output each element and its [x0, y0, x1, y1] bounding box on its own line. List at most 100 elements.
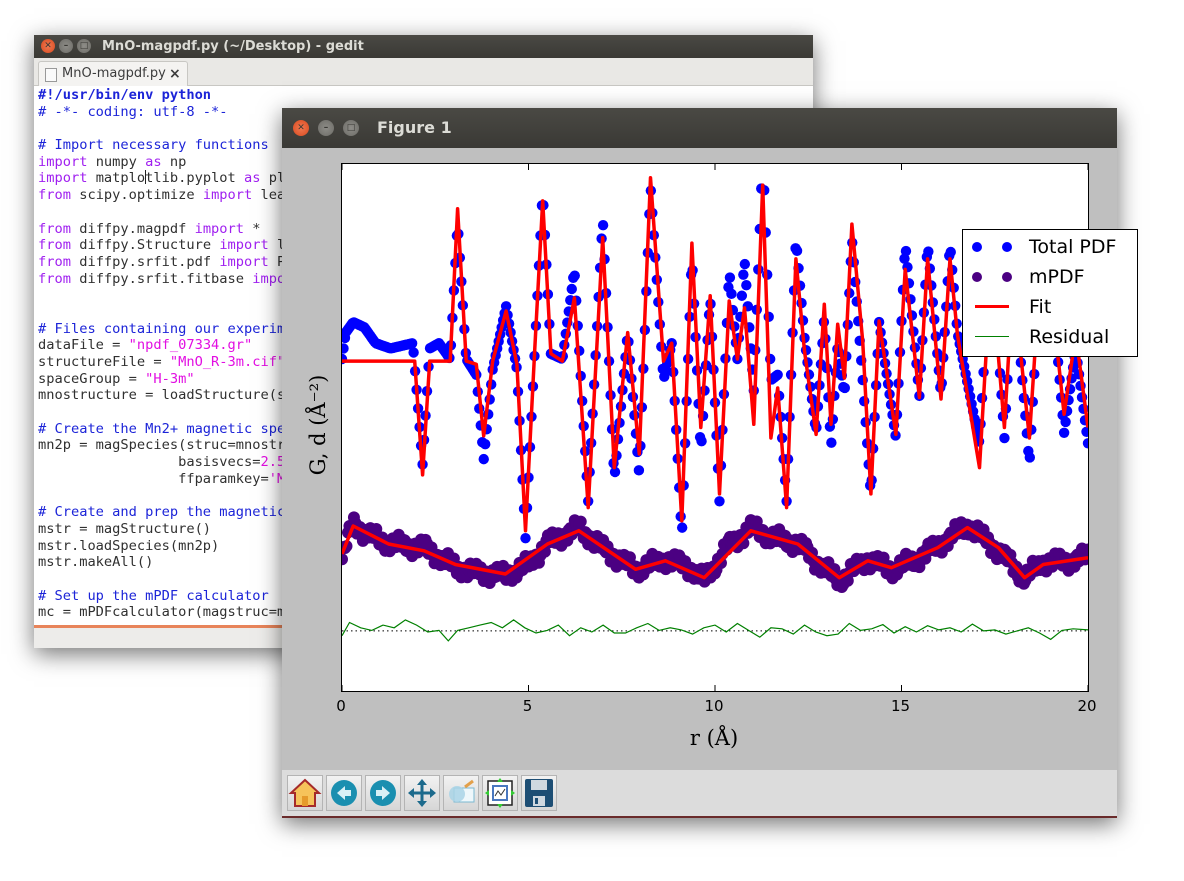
- code-token: from: [38, 253, 71, 270]
- maximize-window-button[interactable]: □: [343, 120, 359, 136]
- code-token: "MnO_R-3m.cif": [169, 354, 286, 370]
- close-window-button[interactable]: ✕: [41, 39, 55, 53]
- total-pdf-marker: [1024, 452, 1036, 463]
- code-line: mnostructure = loadStructure(s: [38, 387, 285, 404]
- x-tick-label: 0: [336, 697, 346, 715]
- code-token: # Files containing our experim: [38, 320, 286, 337]
- code-token: diffpy.srfit.pdf: [70, 253, 220, 270]
- code-line: mstr.loadSpecies(mn2p): [38, 538, 285, 555]
- back-button[interactable]: [326, 775, 362, 811]
- minimize-window-button[interactable]: –: [318, 120, 334, 136]
- plot-axes[interactable]: Total PDF mPDF Fit Residual: [341, 163, 1138, 692]
- code-token: diffpy.Structure: [70, 237, 220, 254]
- code-line: # Set up the mPDF calculator: [38, 588, 285, 605]
- mpdf-marker: [342, 553, 348, 566]
- code-token: mstr.makeAll(): [38, 554, 154, 571]
- code-token: # -*- coding: utf-8 -*-: [38, 103, 228, 120]
- code-token: # Import necessary functions: [38, 137, 269, 154]
- close-window-button[interactable]: ✕: [293, 120, 309, 136]
- code-line: spaceGroup = "H-3m": [38, 371, 285, 388]
- code-token: *: [244, 220, 261, 237]
- save-button[interactable]: [521, 775, 557, 811]
- code-token: import: [38, 170, 88, 187]
- code-token: # Create and prep the magnetic: [38, 504, 286, 521]
- code-token: mstr.loadSpecies(mn2p): [38, 537, 220, 554]
- total-pdf-marker: [900, 245, 912, 257]
- total-pdf-marker: [520, 532, 531, 544]
- pan-button[interactable]: [404, 775, 440, 811]
- code-token: import: [202, 187, 253, 204]
- code-editor[interactable]: #!/usr/bin/env python # -*- coding: utf-8…: [38, 87, 285, 621]
- tab-close-icon[interactable]: ×: [169, 62, 181, 86]
- code-token: tlib.pyplot: [145, 170, 245, 187]
- total-pdf-marker: [714, 496, 725, 507]
- maximize-window-button[interactable]: □: [77, 39, 91, 53]
- home-button[interactable]: [287, 775, 323, 811]
- code-token: import: [194, 220, 245, 237]
- code-line: # Files containing our experim: [38, 321, 285, 338]
- code-token: diffpy.srfit.fitbase: [70, 270, 253, 287]
- code-token: basisvecs=: [38, 454, 261, 471]
- code-token: import: [219, 237, 269, 254]
- code-token: impo: [252, 270, 286, 287]
- zoom-rect-icon: [449, 779, 475, 803]
- code-line: import matplotlib.pyplot as pl: [38, 170, 285, 187]
- code-token: mnostructure = loadStructure(s: [38, 387, 286, 404]
- code-token: "npdf_07334.gr": [128, 337, 253, 354]
- mpdf-marker: [574, 515, 587, 528]
- total-pdf-marker: [569, 270, 580, 281]
- total-pdf-marker: [741, 280, 752, 291]
- total-pdf-marker: [566, 283, 577, 295]
- total-pdf-marker: [408, 347, 419, 358]
- zoom-button[interactable]: [443, 775, 479, 811]
- window-title: MnO-magpdf.py (~/Desktop) - gedit: [102, 39, 364, 54]
- total-pdf-marker: [342, 343, 349, 354]
- figure-window: ✕ – □ Figure 1 Total PDF mPDF Fit Residu…: [282, 108, 1138, 818]
- legend-marker: [1002, 272, 1012, 282]
- total-pdf-marker: [633, 465, 645, 476]
- code-token: "H-3m": [145, 370, 195, 387]
- code-line: mstr = magStructure(): [38, 521, 285, 538]
- back-arrow-icon: [331, 780, 357, 806]
- file-icon: [45, 68, 57, 82]
- subplots-config-button[interactable]: [482, 775, 518, 811]
- code-line: from diffpy.srfit.fitbase impo: [38, 271, 285, 288]
- code-token: mc = mPDFcalculator(magstruc=m: [38, 604, 286, 621]
- total-pdf-marker: [739, 258, 751, 270]
- code-token: mstr = magStructure(): [38, 520, 212, 537]
- total-pdf-marker: [945, 246, 956, 258]
- legend-marker: [972, 242, 982, 252]
- tab-mno-magpdf[interactable]: MnO-magpdf.py ×: [38, 61, 188, 86]
- tab-bar: MnO-magpdf.py ×: [34, 58, 813, 86]
- gedit-titlebar: ✕ – □ MnO-magpdf.py (~/Desktop) - gedit: [34, 35, 813, 58]
- code-token: dataFile =: [38, 337, 129, 354]
- code-line: mn2p = magSpecies(struc=mnostr: [38, 437, 285, 454]
- code-line: # Create and prep the magnetic: [38, 504, 285, 521]
- total-pdf-marker: [736, 290, 748, 301]
- code-line: # Create the Mn2+ magnetic spe: [38, 421, 285, 438]
- minimize-window-button[interactable]: –: [59, 39, 73, 53]
- x-axis-label: r (Å): [689, 726, 739, 750]
- total-pdf-marker: [1060, 416, 1071, 428]
- x-tick-label: 5: [522, 697, 533, 715]
- total-pdf-marker: [839, 382, 851, 394]
- code-line: from diffpy.magpdf import *: [38, 221, 285, 238]
- code-line: from scipy.optimize import lea: [38, 187, 285, 204]
- figure-titlebar: ✕ – □ Figure 1: [282, 108, 1117, 148]
- code-token: #!/usr/bin/env python: [38, 87, 212, 103]
- legend-line: [975, 305, 1009, 308]
- legend: Total PDF mPDF Fit Residual: [962, 229, 1138, 357]
- legend-label: Residual: [1029, 326, 1110, 348]
- subplots-config-icon: [485, 778, 515, 808]
- code-line: mstr.makeAll(): [38, 554, 285, 571]
- code-line: from diffpy.Structure import l: [38, 237, 285, 254]
- code-token: as: [244, 170, 261, 187]
- tab-label: MnO-magpdf.py: [62, 66, 166, 81]
- code-token: as: [145, 153, 162, 170]
- legend-line: [975, 336, 1009, 337]
- forward-button[interactable]: [365, 775, 401, 811]
